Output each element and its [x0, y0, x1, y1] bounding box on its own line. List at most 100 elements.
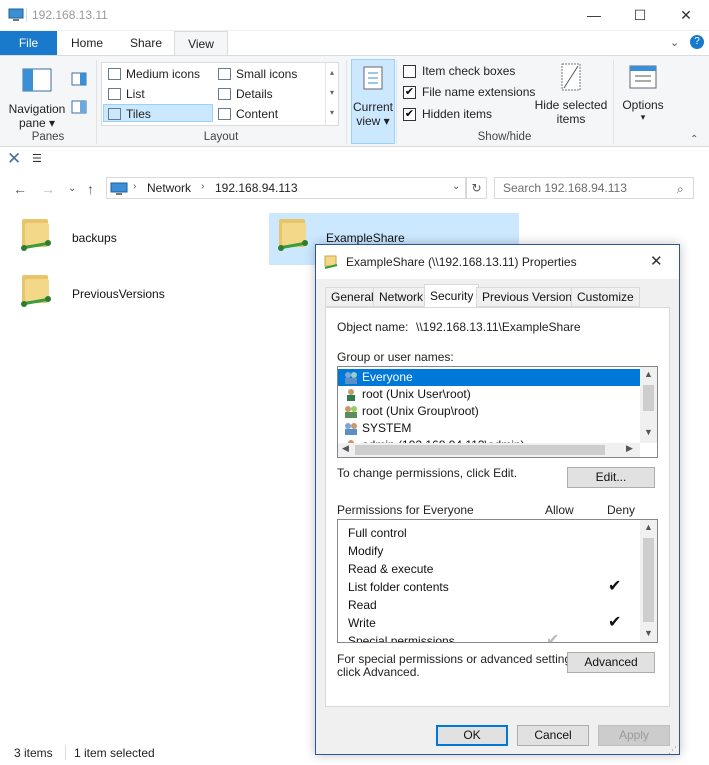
refresh-button[interactable]: ↻ [466, 177, 487, 199]
file-name-extensions-checkbox[interactable]: ✔ [403, 86, 416, 99]
details-pane-icon[interactable] [71, 100, 87, 114]
layout-medium-icons[interactable]: Medium icons [104, 65, 212, 83]
permissions-vscroll[interactable]: ▲ ▼ [640, 520, 657, 642]
breadcrumb-network[interactable]: Network [147, 181, 191, 195]
apply-button[interactable]: Apply [598, 725, 670, 746]
list-item[interactable]: SYSTEM [338, 420, 640, 437]
current-view-label2: view ▾ [356, 114, 390, 128]
tab-general[interactable]: General [325, 287, 380, 307]
shared-folder-icon [324, 255, 338, 269]
layout-small-icons[interactable]: Small icons [214, 65, 322, 83]
tab-view[interactable]: View [174, 31, 228, 55]
up-arrow-icon[interactable]: ↑ [87, 181, 94, 197]
tab-customize[interactable]: Customize [571, 287, 640, 307]
tab-previous-versions[interactable]: Previous Versions [476, 287, 585, 307]
chevron-down-icon[interactable]: ⌄ [452, 181, 460, 192]
search-icon: ⌕ [677, 182, 684, 196]
list-item[interactable]: backups [10, 213, 260, 265]
minimize-button[interactable]: — [571, 0, 617, 31]
breadcrumb-host[interactable]: 192.168.94.113 [215, 181, 298, 195]
computer-icon [8, 8, 24, 21]
recent-locations-icon[interactable]: ⌄ [68, 183, 76, 194]
chevron-down-icon[interactable]: ⌄ [670, 36, 679, 49]
chevron-down-icon[interactable]: ▼ [644, 628, 653, 638]
scroll-thumb[interactable] [355, 445, 605, 455]
chevron-down-icon[interactable]: ▼ [644, 427, 653, 437]
edit-button[interactable]: Edit... [567, 467, 655, 488]
hide-selected-label: Hide selected [534, 98, 608, 112]
preview-pane-icon[interactable] [71, 72, 87, 86]
list-items: Everyone root (Unix User\root) root (Uni… [338, 369, 640, 446]
object-name-label: Object name: [337, 320, 409, 334]
cancel-button[interactable]: Cancel [517, 725, 589, 746]
navigation-pane-label: Navigation [8, 102, 66, 116]
layout-group-label: Layout [203, 131, 239, 143]
chevron-right-icon[interactable]: ▶ [626, 443, 633, 454]
properties-dialog: ExampleShare (\\192.168.13.11) Propertie… [315, 244, 680, 755]
layout-details[interactable]: Details [214, 85, 322, 103]
deny-check-icon: ✔ [608, 578, 622, 595]
current-view-label: Current [352, 100, 393, 114]
tab-network[interactable]: Network [373, 287, 430, 307]
allow-column-header: Allow [545, 503, 574, 517]
forward-arrow-icon[interactable]: → [41, 181, 55, 197]
shared-folder-icon [21, 217, 51, 251]
hidden-items-checkbox[interactable]: ✔ [403, 108, 416, 121]
chevron-up-icon[interactable]: ▲ [644, 522, 653, 532]
close-button[interactable]: ✕ [663, 0, 709, 31]
hidden-items-label: Hidden items [422, 107, 493, 121]
group-list-hscroll[interactable]: ◀ ▶ [338, 443, 640, 457]
back-arrow-icon[interactable]: ← [13, 181, 27, 197]
scroll-thumb[interactable] [643, 385, 654, 411]
item-name: backups [72, 231, 117, 245]
hide-selected-label2: items [556, 112, 586, 126]
deny-column-header: Deny [607, 503, 636, 517]
layout-content[interactable]: Content [214, 105, 322, 123]
current-view-button[interactable]: Current view ▾ [351, 59, 395, 144]
users-group-icon [345, 423, 357, 435]
help-icon[interactable]: ? [690, 35, 704, 49]
options-label: Options [622, 98, 664, 112]
permission-row: Write ✔ [348, 614, 622, 631]
ok-button[interactable]: OK [436, 725, 508, 746]
tab-home[interactable]: Home [59, 31, 115, 55]
list-item[interactable]: root (Unix Group\root) [338, 403, 640, 420]
maximize-button[interactable]: ☐ [617, 0, 663, 31]
scroll-thumb[interactable] [643, 538, 654, 622]
customize-toolbar-icon[interactable]: ☰ [32, 152, 42, 165]
delete-icon[interactable]: ✕ [7, 150, 21, 168]
showhide-group-label: Show/hide [477, 131, 532, 143]
tab-security[interactable]: Security [424, 284, 480, 308]
collapse-ribbon-icon[interactable]: ⌃ [690, 134, 698, 145]
refresh-icon: ↻ [471, 181, 482, 195]
chevron-up-icon[interactable]: ▲ [644, 369, 653, 379]
users-group-icon [345, 406, 357, 418]
tab-share[interactable]: Share [118, 31, 174, 55]
list-item[interactable]: PreviousVersions [10, 269, 260, 321]
group-user-list[interactable]: Everyone root (Unix User\root) root (Uni… [337, 366, 658, 458]
advanced-button[interactable]: Advanced [567, 652, 655, 673]
permission-row: Modify [348, 544, 384, 558]
resize-grip-icon[interactable]: ⋰ [668, 745, 677, 756]
group-list-vscroll[interactable]: ▲ ▼ [640, 367, 657, 443]
list-item[interactable]: root (Unix User\root) [338, 386, 640, 403]
security-panel: Object name: \\192.168.13.11\ExampleShar… [325, 307, 670, 707]
selected-count: 1 item selected [74, 746, 155, 760]
address-bar[interactable]: › Network › 192.168.94.113 ⌄ [106, 177, 466, 199]
quick-access-toolbar: ✕ ☰ [0, 148, 709, 172]
permissions-list[interactable]: Full control Modify Read & execute List … [337, 519, 658, 643]
layout-scroll[interactable]: ▴ ▾ ▾ [325, 63, 338, 125]
list-item[interactable]: Everyone [338, 369, 640, 386]
item-check-boxes-checkbox[interactable] [403, 65, 416, 78]
ribbon: Navigation pane ▾ Panes Medium icons Sma… [0, 55, 709, 147]
permission-rows: Full control Modify Read & execute List … [338, 524, 640, 642]
search-input[interactable]: Search 192.168.94.113 [494, 177, 694, 199]
tab-file[interactable]: File [0, 31, 57, 55]
hide-selected-items-button[interactable]: Hide selected items [533, 60, 609, 128]
layout-tiles[interactable]: Tiles [103, 104, 213, 122]
layout-list[interactable]: List [104, 85, 212, 103]
dialog-close-button[interactable]: ✕ [650, 252, 663, 270]
options-button[interactable]: Options ▾ [618, 60, 668, 128]
chevron-left-icon[interactable]: ◀ [342, 443, 349, 454]
navigation-pane-button[interactable]: Navigation pane ▾ [8, 62, 66, 130]
